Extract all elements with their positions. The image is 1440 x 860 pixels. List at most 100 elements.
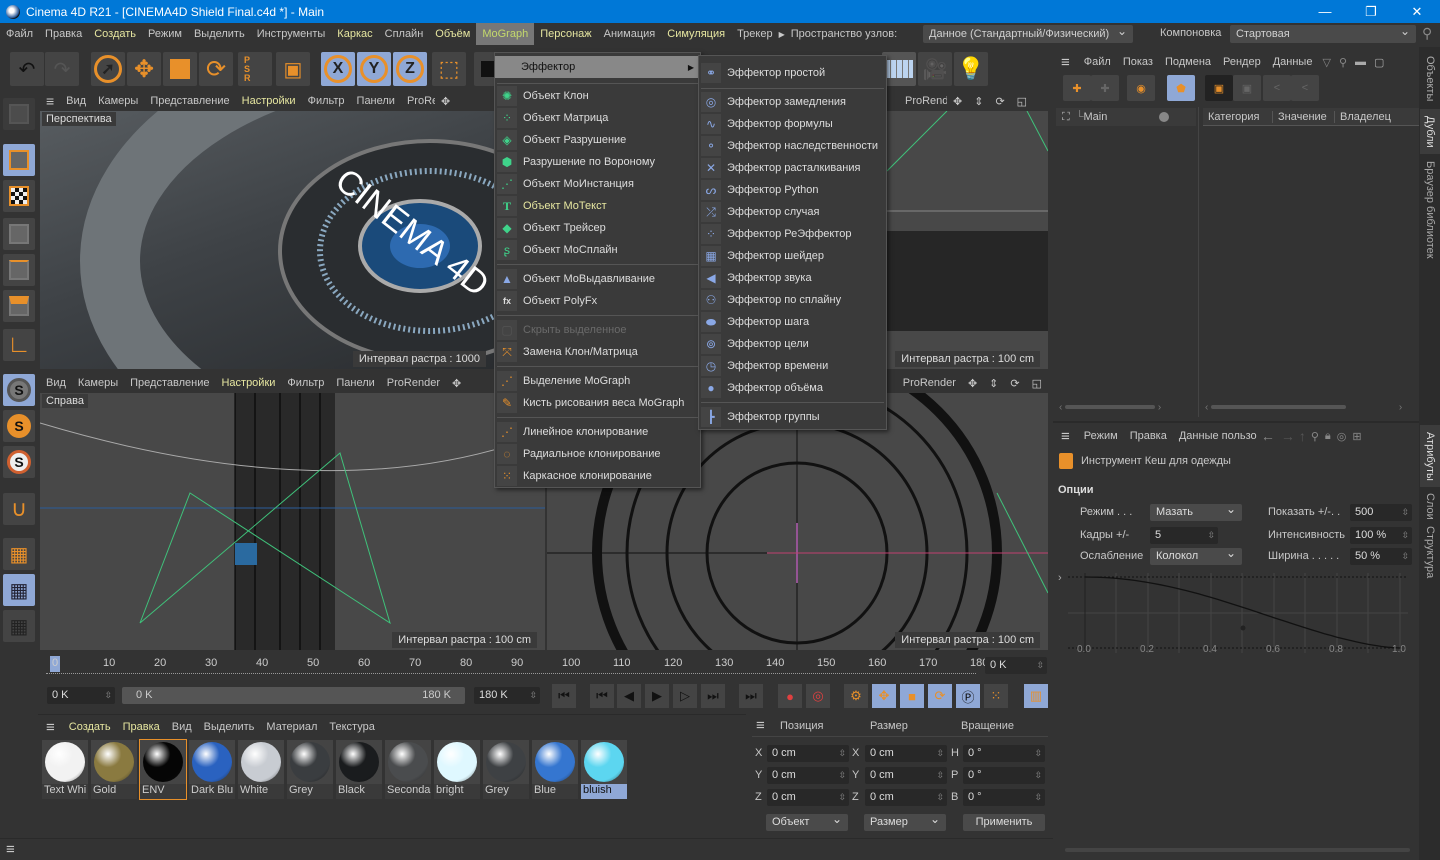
submenu-item-volume-effector[interactable]: ● Эффектор объёма	[699, 377, 886, 399]
menu-item-moextrude[interactable]: ▲ Объект МоВыдавливание	[495, 268, 700, 290]
horizontal-scrollbar[interactable]	[1065, 848, 1410, 852]
start-frame-input[interactable]: 0 K ⇳	[47, 687, 115, 704]
timeline-button[interactable]: ▥	[1024, 684, 1048, 708]
filter-icon[interactable]: ▽	[1318, 56, 1334, 69]
lock-workplane-button[interactable]: ▦	[3, 574, 35, 606]
menu-mesh[interactable]: Каркас	[331, 23, 378, 45]
z-axis-button[interactable]: Z	[393, 52, 427, 86]
keyframe-selection-button[interactable]: ⚙	[844, 684, 868, 708]
checkbox-icon[interactable]: ⛶	[1056, 111, 1076, 124]
obj-menu-view[interactable]: Показ	[1117, 51, 1159, 73]
obj-menu-data[interactable]: Данные	[1267, 51, 1319, 73]
vp-menu-prorender[interactable]: ProRender	[381, 377, 446, 389]
vp-menu-panel[interactable]: Панели	[351, 95, 401, 107]
menu-mograph[interactable]: MoGraph	[476, 23, 535, 45]
menu-item-polyfx[interactable]: fx Объект PolyFx	[495, 290, 700, 312]
width-input[interactable]: 50 % ⇳	[1350, 548, 1412, 565]
next-key-button[interactable]: ⏭	[701, 684, 725, 708]
forward-arrow-icon[interactable]: →	[1279, 428, 1297, 444]
material-swatch[interactable]: White	[238, 740, 284, 799]
menu-item-mograph-selection[interactable]: ⋰ Выделение MoGraph	[495, 370, 700, 392]
psr-button[interactable]: PSR	[238, 52, 272, 86]
material-swatch[interactable]: Gold	[91, 740, 137, 799]
rotate-button[interactable]: ⟳	[199, 52, 233, 86]
material-swatch[interactable]: Text Whi	[42, 740, 88, 799]
texture-mode-button[interactable]	[3, 180, 35, 212]
coordinate-system-button[interactable]: ⬚	[432, 52, 466, 86]
snap-3d-button[interactable]: S	[3, 410, 35, 442]
light-button[interactable]: 💡	[954, 52, 988, 86]
material-swatch[interactable]: bluish	[581, 740, 627, 799]
key-scale-button[interactable]: ■	[900, 684, 924, 708]
menu-animation[interactable]: Анимация	[598, 23, 662, 45]
material-swatch[interactable]: Grey	[483, 740, 529, 799]
submenu-item-formula-effector[interactable]: ∿ Эффектор формулы	[699, 113, 886, 135]
share-take-button[interactable]: <	[1263, 75, 1291, 101]
edges-mode-button[interactable]	[3, 254, 35, 286]
submenu-item-reeffector[interactable]: ⁘ Эффектор РеЭффектор	[699, 223, 886, 245]
mat-menu-create[interactable]: Создать	[63, 716, 117, 738]
add-take-button[interactable]: ✚	[1063, 75, 1091, 101]
menu-item-matrix[interactable]: ⁘ Объект Матрица	[495, 107, 700, 129]
axis-mode-button[interactable]: ∟	[3, 329, 35, 361]
position-z-input[interactable]: 0 cm ⇳	[767, 789, 849, 806]
material-swatch[interactable]: Grey	[287, 740, 333, 799]
window-icon[interactable]: ▢	[1370, 56, 1388, 69]
submenu-item-plain-effector[interactable]: ⚭ Эффектор простой	[699, 62, 886, 84]
submenu-item-delay-effector[interactable]: ◎ Эффектор замедления	[699, 91, 886, 113]
tab-takes[interactable]: Дубли	[1420, 109, 1440, 154]
viewport-perspective[interactable]: ≡ Вид Камеры Представление Настройки Фил…	[40, 91, 494, 369]
material-swatch[interactable]: Dark Blu	[189, 740, 235, 799]
menu-item-weight-brush[interactable]: ✎ Кисть рисования веса MoGraph	[495, 392, 700, 414]
menu-spline[interactable]: Сплайн	[379, 23, 430, 45]
falloff-dropdown[interactable]: Колокол	[1150, 545, 1242, 565]
menu-mode[interactable]: Режим	[142, 23, 188, 45]
vp-menu-filter[interactable]: Фильтр	[281, 377, 330, 389]
key-rotation-button[interactable]: ⟳	[928, 684, 952, 708]
size-z-input[interactable]: 0 cm ⇳	[865, 789, 947, 806]
menu-item-mospline[interactable]: ʂ Объект МоСплайн	[495, 239, 700, 261]
viewport-top[interactable]: ProRender ✥ ⇕ ⟳ ◱ Интервал растра : 100 …	[887, 91, 1048, 369]
menu-item-radial-clone[interactable]: ◌ Радиальное клонирование	[495, 443, 700, 465]
search-icon[interactable]: ⚲	[1308, 430, 1322, 443]
falloff-curve-graph[interactable]: › 0.0 0.2 0.4 0.6 0.8 1.0	[1053, 568, 1419, 658]
mat-menu-texture[interactable]: Текстура	[323, 716, 380, 738]
magnet-button[interactable]: ∪	[3, 493, 35, 525]
size-x-input[interactable]: 0 cm ⇳	[865, 745, 947, 762]
vp-menu-filter[interactable]: Фильтр	[302, 95, 351, 107]
frame-range-slider[interactable]: 0 K 180 K	[122, 687, 465, 704]
vp-menu-display[interactable]: Представление	[144, 95, 235, 107]
menu-simulation[interactable]: Симуляция	[661, 23, 731, 45]
submenu-item-target-effector[interactable]: ⊚ Эффектор цели	[699, 333, 886, 355]
hamburger-icon[interactable]: ≡	[40, 93, 60, 109]
timeline-ruler[interactable]: 0 10 20 30 40 50 60 70 80 90 100 110 120 130 140 150 160…	[46, 654, 988, 678]
go-to-start-button[interactable]: ⏮	[552, 684, 576, 708]
previous-key-button[interactable]: ⏮	[590, 684, 614, 708]
column-value[interactable]: Значение	[1273, 110, 1335, 123]
submenu-item-push-apart-effector[interactable]: ✕ Эффектор расталкивания	[699, 157, 886, 179]
undo-button[interactable]: ↶	[10, 52, 44, 86]
attr-menu-mode[interactable]: Режим	[1078, 425, 1124, 447]
hamburger-icon[interactable]: ≡	[6, 841, 15, 858]
model-mode-button[interactable]	[3, 144, 35, 176]
vp-menu-view[interactable]: Вид	[40, 377, 72, 389]
x-axis-button[interactable]: X	[321, 52, 355, 86]
previous-frame-button[interactable]: ◀	[617, 684, 641, 708]
mode-dropdown[interactable]: Мазать	[1150, 501, 1242, 521]
points-mode-button[interactable]	[3, 218, 35, 250]
next-frame-button[interactable]: ▷	[673, 684, 697, 708]
mat-menu-select[interactable]: Выделить	[198, 716, 261, 738]
attr-menu-userdata[interactable]: Данные пользо	[1173, 425, 1257, 447]
target-icon[interactable]: ◎	[1334, 430, 1350, 443]
maximize-view-icon[interactable]: ◱	[1026, 377, 1048, 390]
vp-menu-prorender[interactable]: ProRender	[401, 95, 435, 107]
lock-icon[interactable]: 🔒︎	[1322, 430, 1334, 443]
submenu-item-time-effector[interactable]: ◷ Эффектор времени	[699, 355, 886, 377]
redo-button[interactable]: ↷	[45, 52, 79, 86]
hamburger-icon[interactable]: ≡	[1053, 54, 1078, 71]
search-icon[interactable]: ⚲	[1422, 25, 1432, 42]
share-all-button[interactable]: <	[1291, 75, 1319, 101]
rotation-z-input[interactable]: 0 ° ⇳	[963, 789, 1045, 806]
take-status-dot[interactable]	[1159, 112, 1170, 122]
vp-menu-cameras[interactable]: Камеры	[92, 95, 144, 107]
